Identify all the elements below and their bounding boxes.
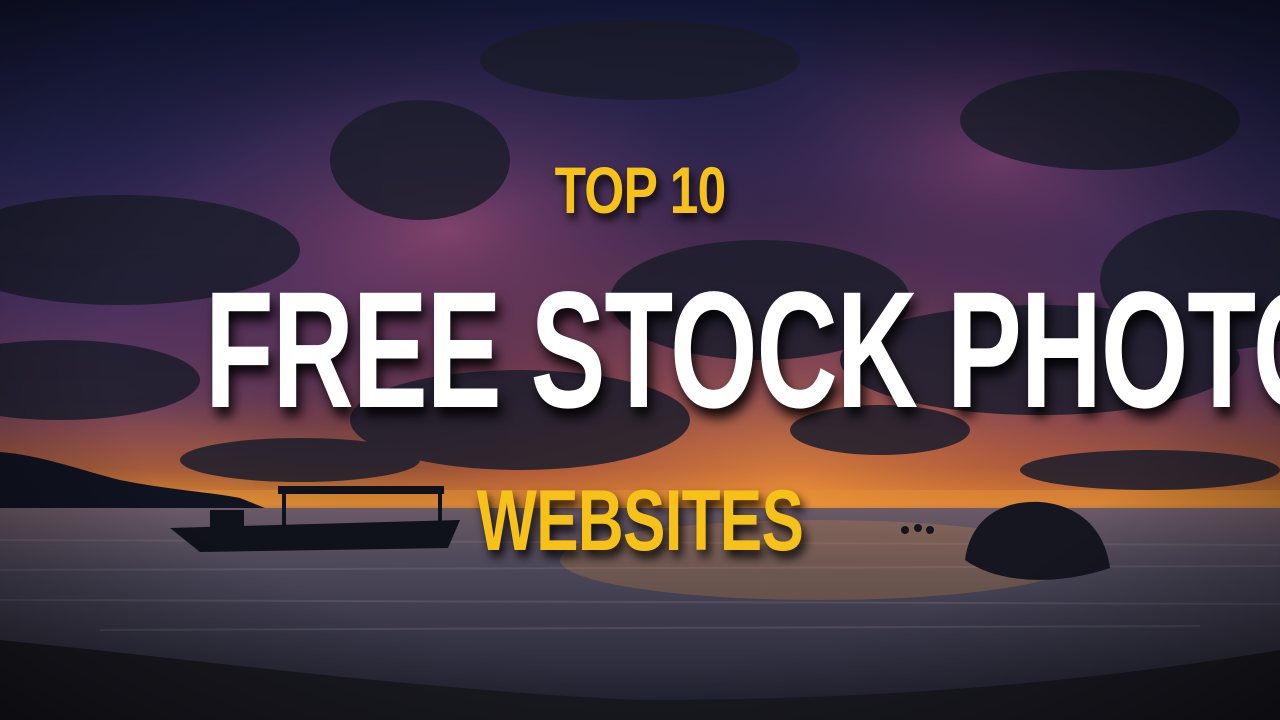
video-thumbnail: TOP 10 FREE STOCK PHOTO WEBSITES xyxy=(0,0,1280,720)
headline-free-stock-photo: FREE STOCK PHOTO xyxy=(204,258,1280,443)
headline-websites: WEBSITES xyxy=(476,473,804,569)
headline-top-10: TOP 10 xyxy=(554,153,727,227)
